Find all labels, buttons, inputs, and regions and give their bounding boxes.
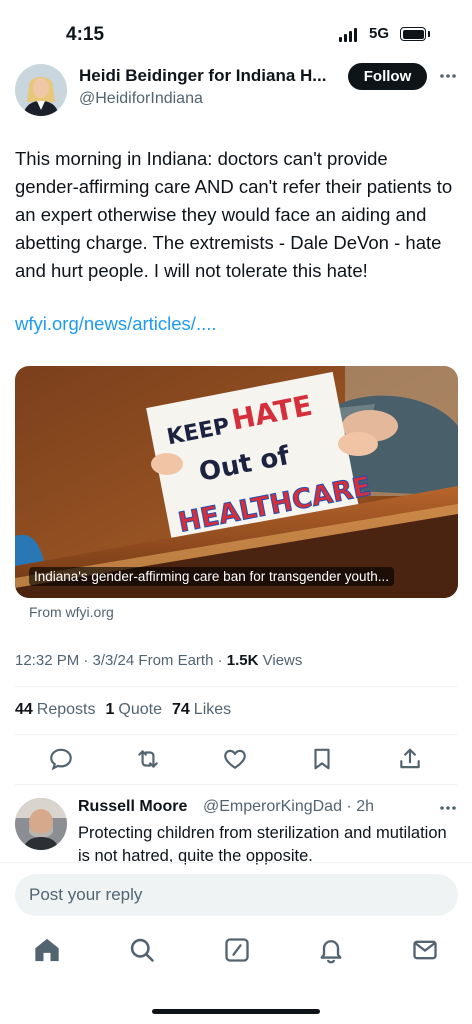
reply-item[interactable]: Russell Moore @EmperorKingDad · 2h Prote… [0, 790, 472, 865]
like-icon[interactable] [222, 746, 248, 772]
notifications-icon[interactable] [317, 936, 345, 964]
link-preview-card[interactable]: KEEP HATE Out of HEALTHCARE Indiana's ge… [15, 366, 458, 598]
views-count: 1.5K [226, 652, 259, 669]
divider [15, 784, 457, 785]
home-indicator [152, 1009, 320, 1014]
share-icon[interactable] [397, 746, 423, 772]
tweet-header: Heidi Beidinger for Indiana H... @Heidif… [0, 62, 472, 122]
reply-avatar[interactable] [15, 798, 67, 850]
tweet-action-bar [0, 746, 472, 776]
messages-icon[interactable] [411, 936, 439, 964]
reposts-stat[interactable]: 44 Reposts [15, 701, 96, 719]
search-icon[interactable] [128, 936, 156, 964]
author-avatar[interactable] [15, 64, 67, 116]
divider [15, 686, 457, 687]
timestamp: 12:32 PM · 3/3/24 From Earth · [15, 652, 227, 669]
divider [15, 734, 457, 735]
reply-input[interactable] [15, 874, 458, 916]
reply-icon[interactable] [48, 746, 74, 772]
network-type: 5G [369, 25, 390, 42]
follow-button[interactable]: Follow [348, 63, 427, 90]
status-bar: 4:15 5G [0, 0, 472, 62]
tweet-meta: 12:32 PM · 3/3/24 From Earth · 1.5K View… [15, 652, 302, 669]
quotes-stat[interactable]: 1 Quote [106, 701, 163, 719]
engagement-counts: 44 Reposts 1 Quote 74 Likes [15, 701, 231, 719]
battery-icon [400, 27, 426, 41]
bookmark-icon[interactable] [309, 746, 335, 772]
grok-icon[interactable] [223, 936, 251, 964]
battery-tip [428, 31, 430, 37]
bottom-tab-bar [0, 936, 472, 976]
tweet-text: This morning in Indiana: doctors can't p… [15, 148, 453, 281]
views-label: Views [262, 652, 303, 669]
reply-author-handle[interactable]: @EmperorKingDad · 2h [203, 798, 374, 816]
author-name[interactable]: Heidi Beidinger for Indiana H... [79, 66, 326, 86]
likes-stat[interactable]: 74 Likes [172, 701, 231, 719]
repost-icon[interactable] [135, 746, 161, 772]
divider [0, 862, 472, 863]
media-caption: Indiana's gender-affirming care ban for … [29, 567, 395, 586]
reply-composer[interactable] [15, 874, 458, 916]
home-icon[interactable] [33, 936, 61, 964]
status-time: 4:15 [66, 24, 105, 45]
reply-author-name[interactable]: Russell Moore [78, 798, 187, 816]
reply-more-options-icon[interactable] [438, 798, 458, 818]
cellular-signal-icon [339, 28, 357, 42]
author-handle[interactable]: @HeidiforIndiana [79, 90, 203, 108]
article-image: KEEP HATE Out of HEALTHCARE [15, 366, 458, 598]
media-source[interactable]: From wfyi.org [29, 604, 114, 620]
more-options-icon[interactable] [438, 66, 458, 86]
article-link[interactable]: wfyi.org/news/articles/.... [15, 313, 217, 335]
